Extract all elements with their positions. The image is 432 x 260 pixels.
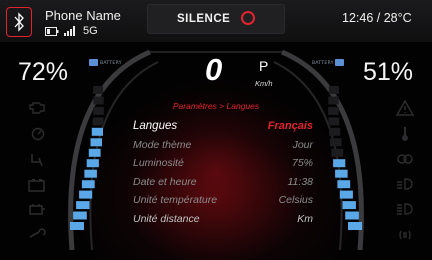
settings-menu: Langues Français Mode thème Jour Luminos… <box>133 120 313 231</box>
battery-segment <box>81 180 95 189</box>
brand-logo-ring <box>241 11 255 25</box>
battery-warning-icon <box>28 179 45 192</box>
warning-triangle-icon <box>396 100 414 116</box>
battery-segment <box>337 180 351 189</box>
menu-row-label: Luminosité <box>133 157 184 169</box>
battery-segment <box>342 201 356 210</box>
speed-unit: Km/h <box>255 79 273 88</box>
battery-segment <box>79 190 93 199</box>
right-battery-label: BATTERY <box>312 61 334 66</box>
menu-row-label: Langues <box>133 120 178 132</box>
battery-segment <box>339 190 353 199</box>
menu-row-label: Mode thème <box>133 138 192 151</box>
gear-indicator: P <box>259 58 269 74</box>
battery-segment <box>91 127 103 136</box>
phone-status-row: 5G <box>45 25 98 37</box>
menu-row-label: Unité température <box>133 194 218 206</box>
engine-icon <box>29 102 45 114</box>
dashboard-screen: Phone Name 5G SILENCE 12:46 / 28°C 72% B… <box>0 0 432 260</box>
battery-segment <box>345 211 359 220</box>
bluetooth-icon <box>14 12 24 32</box>
battery-segment <box>328 86 339 94</box>
battery-segment <box>329 127 341 136</box>
menu-row-value: Jour <box>292 138 313 151</box>
wrench-icon <box>29 228 46 238</box>
menu-row-unite-temperature[interactable]: Unité température Celsius <box>133 194 313 213</box>
left-battery-label: BATTERY <box>100 61 122 66</box>
battery-segment <box>335 169 348 178</box>
menu-row-label: Unité distance <box>133 212 200 225</box>
thermometer-icon <box>402 127 408 141</box>
left-battery-percent: 72% <box>18 58 69 86</box>
left-battery-icon <box>89 59 98 66</box>
battery-segment <box>70 222 84 230</box>
kickstand-icon <box>31 154 43 167</box>
battery-segment <box>92 117 104 126</box>
menu-row-luminosite[interactable]: Luminosité 75% <box>133 157 313 176</box>
battery-segment <box>84 169 97 178</box>
position-light-icon <box>397 154 413 164</box>
battery-segment <box>76 201 90 210</box>
network-type: 5G <box>83 25 98 37</box>
clock-temperature: 12:46 / 28°C <box>342 11 412 25</box>
battery-segment <box>73 211 87 220</box>
right-battery-icon <box>335 59 344 66</box>
battery-segment <box>90 138 102 147</box>
menu-row-langues[interactable]: Langues Français <box>133 120 313 139</box>
phone-name: Phone Name <box>45 8 121 23</box>
battery-segment <box>330 138 342 147</box>
menu-row-value: Km <box>297 212 313 225</box>
battery-segment <box>333 159 346 168</box>
battery-segment <box>88 148 101 157</box>
battery-segment <box>348 222 362 230</box>
signal-strength-icon <box>64 26 75 36</box>
right-battery-percent: 51% <box>363 58 414 86</box>
battery-segment <box>328 96 339 105</box>
high-beam-icon <box>397 203 413 215</box>
parking-light-icon <box>399 230 411 240</box>
battery-segment <box>86 159 99 168</box>
motor-icon <box>29 204 45 215</box>
battery-segment <box>328 117 340 126</box>
battery-segment <box>93 106 104 115</box>
battery-segment <box>93 96 104 105</box>
brand-logo-text: SILENCE <box>177 13 231 25</box>
menu-row-date-heure[interactable]: Date et heure 11:38 <box>133 176 313 195</box>
cruise-icon <box>31 127 45 141</box>
phone-battery-icon <box>45 26 59 36</box>
low-beam-icon <box>397 178 413 190</box>
menu-row-value: 75% <box>291 157 313 169</box>
menu-row-value: Français <box>267 120 313 132</box>
battery-segment <box>93 86 104 94</box>
speed-value: 0 <box>205 52 223 87</box>
menu-row-value: Celsius <box>278 194 313 206</box>
breadcrumb: Paramètres > Langues <box>172 101 260 111</box>
menu-row-mode-theme[interactable]: Mode thème Jour <box>133 139 313 158</box>
menu-row-label: Date et heure <box>133 175 197 188</box>
bluetooth-badge[interactable] <box>6 7 32 37</box>
battery-segment <box>331 148 344 157</box>
battery-segment <box>328 106 339 115</box>
menu-row-value: 11:38 <box>287 175 314 188</box>
menu-row-unite-distance[interactable]: Unité distance Km <box>133 213 313 232</box>
